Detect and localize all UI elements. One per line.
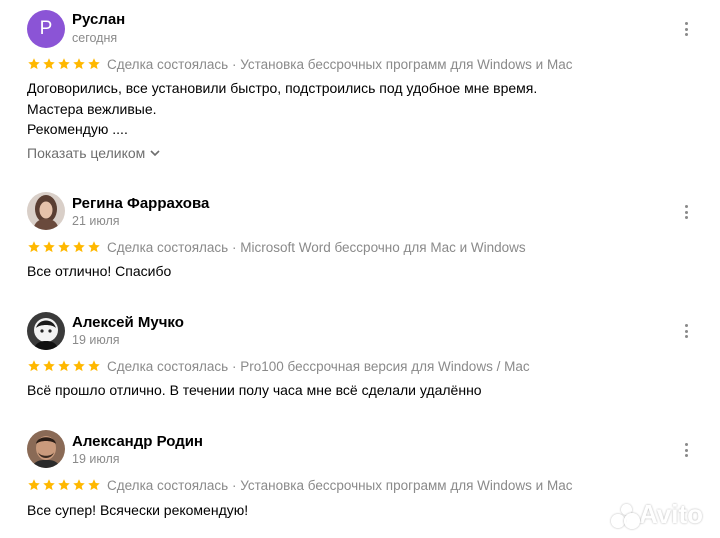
avatar-photo [27, 192, 65, 230]
star-icon [57, 57, 71, 71]
review-text-line: Все отлично! Спасибо [27, 263, 172, 279]
star-rating [27, 478, 101, 492]
star-icon [87, 478, 101, 492]
star-icon [42, 359, 56, 373]
star-icon [72, 359, 86, 373]
star-icon [57, 240, 71, 254]
avatar-photo [27, 312, 65, 350]
chevron-down-icon [150, 150, 160, 156]
rating-line: Сделка состоялась · Установка бессрочных… [27, 475, 572, 495]
reviewer-name[interactable]: Алексей Мучко [72, 314, 184, 331]
avatar-photo [27, 430, 65, 468]
rating-line: Сделка состоялась · Установка бессрочных… [27, 54, 572, 74]
star-icon [72, 240, 86, 254]
review-card: Алексей Мучко 19 июля Сделка состоялась … [0, 300, 720, 412]
star-rating [27, 359, 101, 373]
star-rating [27, 240, 101, 254]
more-options-icon[interactable] [678, 321, 694, 341]
avito-watermark: Avito [611, 499, 703, 530]
review-date: 19 июля [72, 452, 120, 466]
avito-logo-icon [611, 502, 640, 529]
review-date: 21 июля [72, 214, 120, 228]
review-text-line: Договорились, все установили быстро, под… [27, 80, 538, 96]
deal-info: Сделка состоялась · Установка бессрочных… [107, 477, 573, 493]
avatar-letter: Р [39, 18, 53, 39]
rating-line: Сделка состоялась · Microsoft Word бесср… [27, 237, 526, 257]
avatar[interactable] [27, 312, 65, 350]
review-text-line: Все супер! Всячески рекомендую! [27, 502, 249, 518]
review-text-line: Мастера вежливые. [27, 100, 157, 117]
more-options-icon[interactable] [678, 19, 694, 39]
deal-info: Сделка состоялась · Pro100 бессрочная ве… [107, 358, 530, 374]
review-card: Регина Фаррахова 21 июля Сделка состояла… [0, 182, 720, 292]
star-icon [42, 57, 56, 71]
star-icon [57, 359, 71, 373]
show-more-label: Показать целиком [27, 145, 146, 161]
star-icon [87, 57, 101, 71]
review-date: 19 июля [72, 333, 120, 347]
star-icon [72, 57, 86, 71]
avatar[interactable] [27, 430, 65, 468]
star-icon [57, 478, 71, 492]
star-icon [42, 478, 56, 492]
avatar[interactable] [27, 192, 65, 230]
star-icon [42, 240, 56, 254]
star-rating [27, 57, 101, 71]
reviewer-name[interactable]: Руслан [72, 11, 125, 28]
more-options-icon[interactable] [678, 202, 694, 222]
deal-info: Сделка состоялась · Установка бессрочных… [107, 56, 573, 72]
star-icon [87, 359, 101, 373]
avatar[interactable]: Р [27, 10, 65, 48]
star-icon [87, 240, 101, 254]
star-icon [27, 359, 41, 373]
deal-info: Сделка состоялась · Microsoft Word бесср… [107, 239, 526, 255]
star-icon [27, 57, 41, 71]
star-icon [27, 478, 41, 492]
star-icon [27, 240, 41, 254]
reviewer-name[interactable]: Регина Фаррахова [72, 195, 209, 212]
watermark-text: Avito [639, 499, 704, 529]
review-card: Р Руслан сегодня Сделка состоялась · Уст… [0, 0, 720, 180]
reviewer-name[interactable]: Александр Родин [72, 433, 203, 450]
review-text-line: Всё прошло отлично. В течении полу часа … [27, 382, 482, 398]
more-options-icon[interactable] [678, 440, 694, 460]
review-text-line: Рекомендую .... [27, 121, 128, 137]
star-icon [72, 478, 86, 492]
show-more-button[interactable]: Показать целиком [27, 145, 160, 161]
review-date: сегодня [72, 31, 118, 45]
rating-line: Сделка состоялась · Pro100 бессрочная ве… [27, 356, 530, 376]
